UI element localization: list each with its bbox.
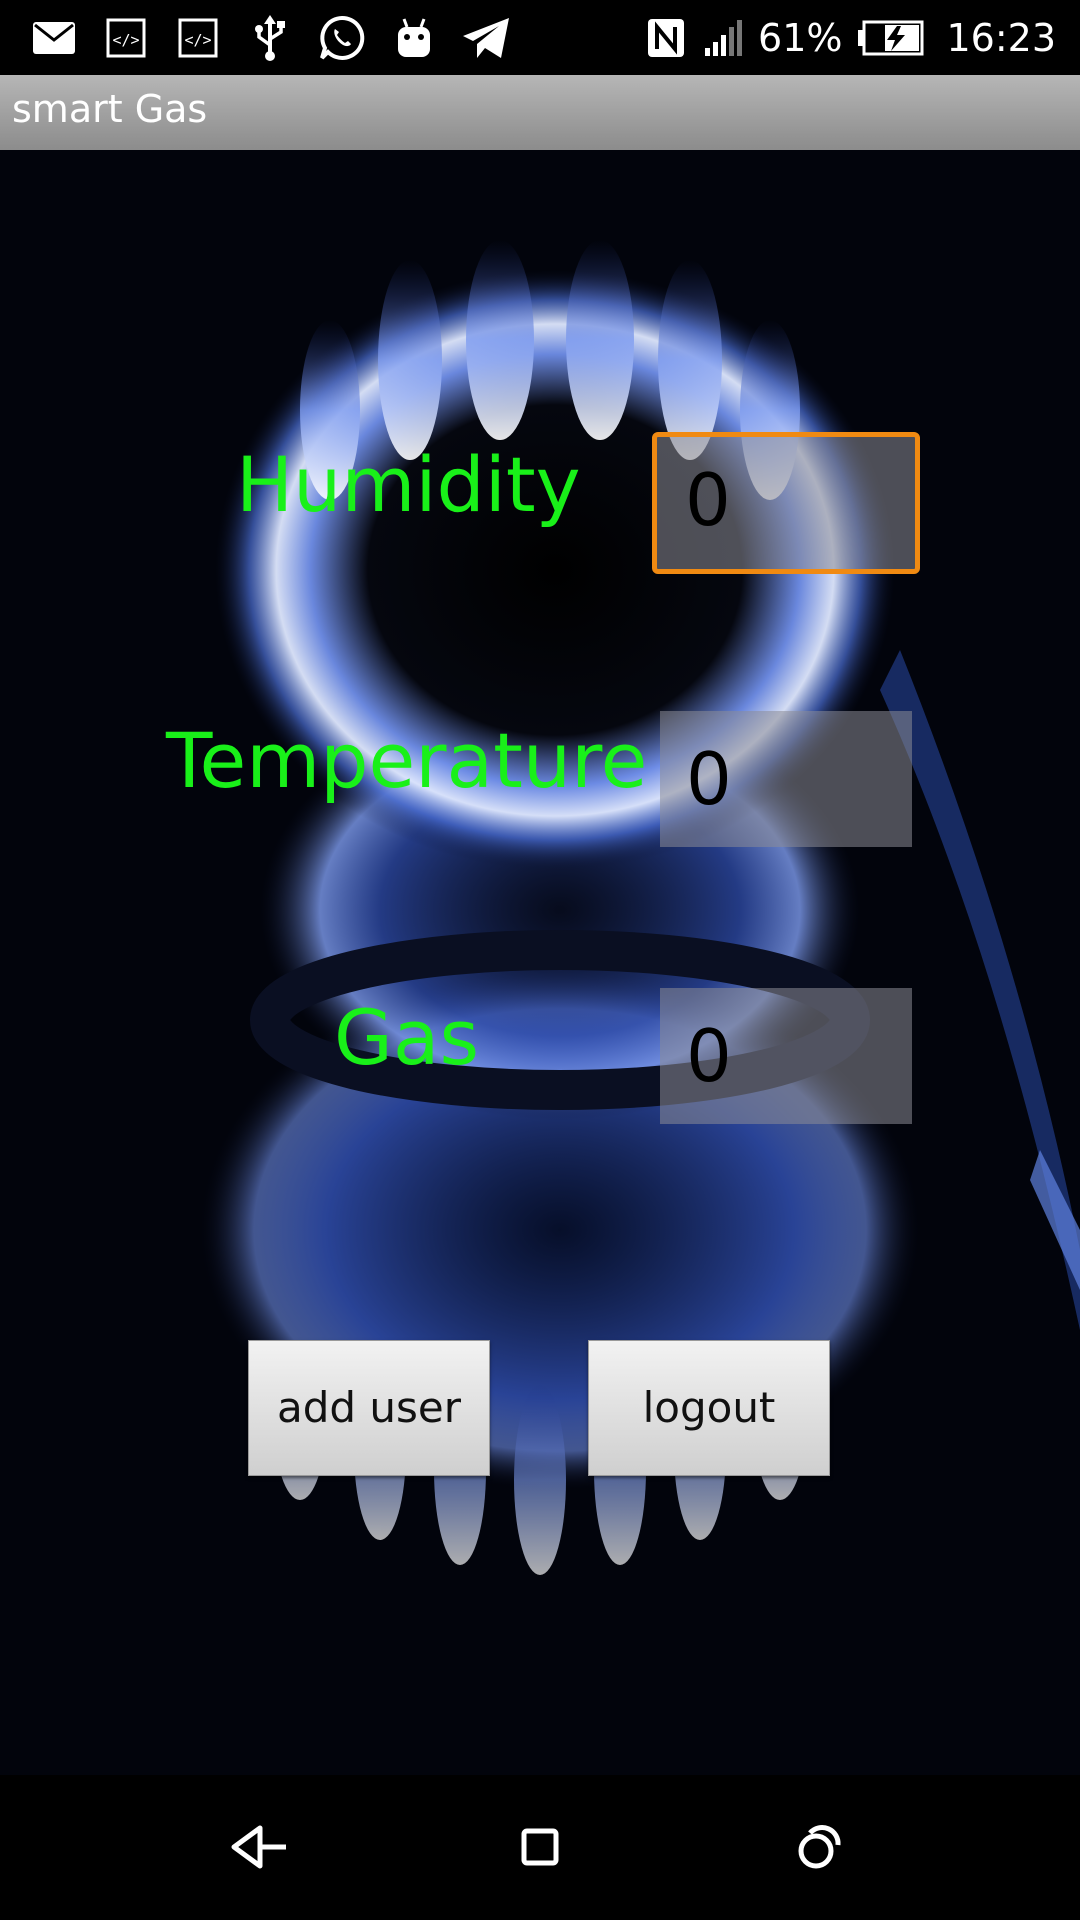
status-bar: </> </> 61% 16:23 <box>0 0 1080 75</box>
main-content: Humidity 0 Temperature 0 Gas 0 add user … <box>0 150 1080 1775</box>
signal-icon <box>700 10 748 66</box>
humidity-value-field[interactable]: 0 <box>652 432 920 574</box>
temperature-label: Temperature <box>166 716 648 805</box>
battery-charging-icon <box>856 10 926 66</box>
clock: 16:23 <box>946 16 1056 60</box>
temperature-value-field[interactable]: 0 <box>660 711 912 847</box>
nfc-icon <box>642 10 690 66</box>
usb-icon <box>242 10 298 66</box>
svg-text:</>: </> <box>184 31 211 49</box>
code-icon: </> <box>170 10 226 66</box>
logout-button[interactable]: logout <box>588 1340 830 1476</box>
gas-label: Gas <box>334 993 480 1082</box>
battery-percent: 61% <box>758 16 843 60</box>
navigation-bar <box>0 1775 1080 1920</box>
humidity-label: Humidity <box>236 440 581 529</box>
gas-flame-background <box>0 150 1080 1775</box>
app-title: smart Gas <box>12 87 208 131</box>
telegram-icon <box>458 10 514 66</box>
home-icon[interactable] <box>498 1805 582 1889</box>
screen: </> </> 61% 16:23 smart Gas Humidity 0 T… <box>0 0 1080 1920</box>
gas-value-field[interactable]: 0 <box>660 988 912 1124</box>
mail-icon <box>26 10 82 66</box>
add-user-button[interactable]: add user <box>248 1340 490 1476</box>
whatsapp-icon <box>314 10 370 66</box>
notification-icons: </> </> <box>26 10 530 66</box>
svg-text:</>: </> <box>112 31 139 49</box>
action-bar: smart Gas <box>0 75 1080 150</box>
android-icon <box>386 10 442 66</box>
system-status: 61% 16:23 <box>642 10 1056 66</box>
recents-icon[interactable] <box>778 1805 862 1889</box>
code-icon: </> <box>98 10 154 66</box>
back-icon[interactable] <box>218 1805 302 1889</box>
